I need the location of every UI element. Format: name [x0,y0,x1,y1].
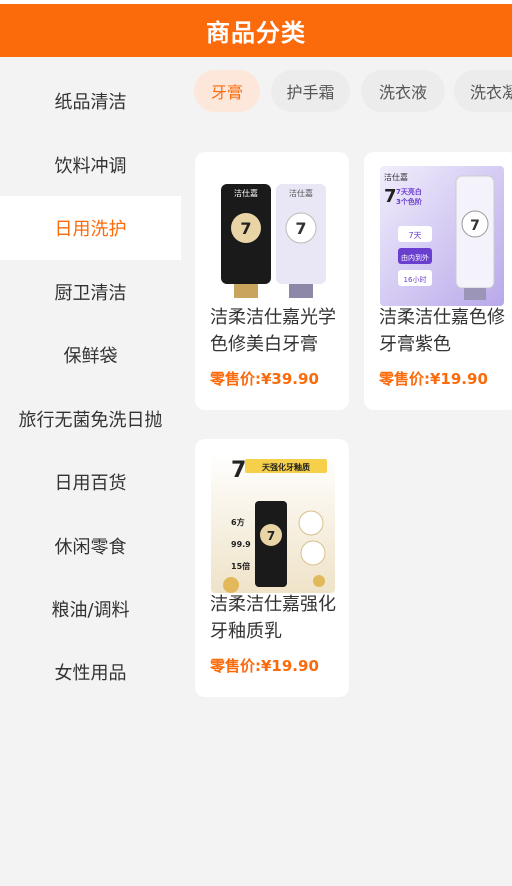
tab-laundry-gel[interactable]: 洗衣凝 [454,70,512,112]
svg-text:6方: 6方 [231,517,245,527]
svg-text:洁仕嘉: 洁仕嘉 [234,188,258,198]
svg-text:天强化牙釉质: 天强化牙釉质 [262,462,310,472]
svg-text:由内到外: 由内到外 [401,253,429,262]
product-name: 洁柔洁仕嘉色修牙膏紫色 [379,307,505,355]
product-image: 洁仕嘉 7 7天亮白 3个色阶 7天 由内到外 16小时 7 [380,166,504,306]
sidebar-item-women[interactable]: 女性用品 [0,640,181,704]
sidebar-item-wrap-bags[interactable]: 保鲜袋 [0,323,181,387]
svg-text:7天亮白: 7天亮白 [396,187,422,196]
product-price: 零售价:¥39.90 [210,370,319,388]
svg-text:7: 7 [240,219,251,238]
sidebar-item-daily-care[interactable]: 日用洗护 [0,196,181,260]
sidebar-item-travel[interactable]: 旅行无菌免洗日抛 [0,387,181,451]
sidebar-item-label: 粮油/调料 [51,600,130,621]
tab-hand-cream[interactable]: 护手霜 [271,70,350,112]
product-name: 洁柔洁仕嘉强化牙釉质乳 [210,594,336,642]
sidebar-item-label: 保鲜袋 [63,346,118,367]
svg-text:7: 7 [384,186,397,207]
tab-label: 牙膏 [210,83,243,102]
svg-text:3个色阶: 3个色阶 [396,197,423,206]
sidebar-item-label: 女性用品 [54,663,127,684]
tab-laundry-liquid[interactable]: 洗衣液 [361,70,445,112]
svg-text:99.9: 99.9 [231,540,251,549]
tab-label: 洗衣凝 [470,83,512,102]
sidebar-item-drinks[interactable]: 饮料冲调 [0,133,181,197]
product-card[interactable]: 洁仕嘉 7 7天亮白 3个色阶 7天 由内到外 16小时 7 洁柔洁仕嘉色修牙膏… [364,152,512,410]
sidebar-item-label: 纸品清洁 [54,92,127,113]
subcategory-tabs: 牙膏 护手霜 洗衣液 洗衣凝 [181,57,512,127]
svg-text:16小时: 16小时 [404,275,427,284]
product-image: 7 洁仕嘉 7 洁仕嘉 [211,166,335,306]
product-image: 7 天强化牙釉质 7 6方 99.9 15倍 [211,453,335,593]
tab-label: 洗衣液 [378,83,427,102]
sidebar-item-snacks[interactable]: 休闲零食 [0,514,181,578]
category-sidebar: 纸品清洁 饮料冲调 日用洗护 厨卫清洁 保鲜袋 旅行无菌免洗日抛 日用百货 休闲… [0,57,181,886]
product-name: 洁柔洁仕嘉光学色修美白牙膏 [210,307,336,355]
svg-text:7: 7 [231,458,246,483]
product-card[interactable]: 7 洁仕嘉 7 洁仕嘉 洁柔洁仕嘉光学色修美白牙膏 零售价:¥39.90 [195,152,349,410]
tab-label: 护手霜 [286,83,335,102]
svg-text:15倍: 15倍 [231,561,250,571]
tab-toothpaste[interactable]: 牙膏 [194,70,260,112]
svg-text:洁仕嘉: 洁仕嘉 [289,188,313,198]
product-card[interactable]: 7 天强化牙釉质 7 6方 99.9 15倍 洁柔洁仕嘉强化牙釉质乳 零售价:¥… [195,439,349,697]
sidebar-item-label: 日用百货 [54,473,127,494]
svg-text:洁仕嘉: 洁仕嘉 [384,172,408,182]
svg-text:7天: 7天 [408,231,421,240]
svg-text:7: 7 [470,218,480,234]
sidebar-item-label: 日用洗护 [54,219,127,240]
product-price: 零售价:¥19.90 [379,370,488,388]
sidebar-item-paper[interactable]: 纸品清洁 [0,69,181,133]
sidebar-item-daily-goods[interactable]: 日用百货 [0,450,181,514]
sidebar-item-label: 旅行无菌免洗日抛 [18,410,163,431]
sidebar-item-kitchen[interactable]: 厨卫清洁 [0,260,181,324]
svg-text:7: 7 [295,219,306,238]
sidebar-item-label: 休闲零食 [54,537,127,558]
page-header: 商品分类 [0,4,512,57]
sidebar-item-label: 厨卫清洁 [54,283,127,304]
page-title: 商品分类 [206,19,306,47]
sidebar-item-grain-oil[interactable]: 粮油/调料 [0,577,181,641]
product-price: 零售价:¥19.90 [210,657,319,675]
svg-text:7: 7 [267,529,275,543]
sidebar-item-label: 饮料冲调 [54,156,127,177]
